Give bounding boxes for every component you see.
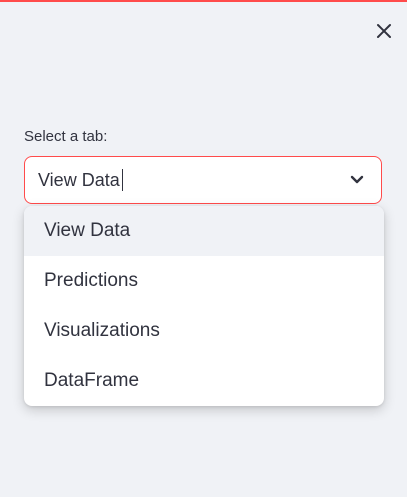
option-visualizations[interactable]: Visualizations [24, 306, 384, 356]
close-icon [377, 24, 391, 38]
option-dataframe[interactable]: DataFrame [24, 356, 384, 406]
chevron-down-icon [350, 175, 364, 184]
tab-select[interactable]: View Data [24, 156, 382, 204]
select-label: Select a tab: [24, 128, 108, 145]
text-caret [121, 169, 123, 191]
dropdown-menu: View Data Predictions Visualizations Dat… [24, 206, 384, 406]
top-accent-bar [0, 0, 407, 2]
dropdown-toggle[interactable] [349, 172, 365, 188]
option-predictions[interactable]: Predictions [24, 256, 384, 306]
close-button[interactable] [371, 18, 397, 44]
option-view-data[interactable]: View Data [24, 206, 384, 256]
select-value-input[interactable]: View Data [38, 169, 120, 191]
